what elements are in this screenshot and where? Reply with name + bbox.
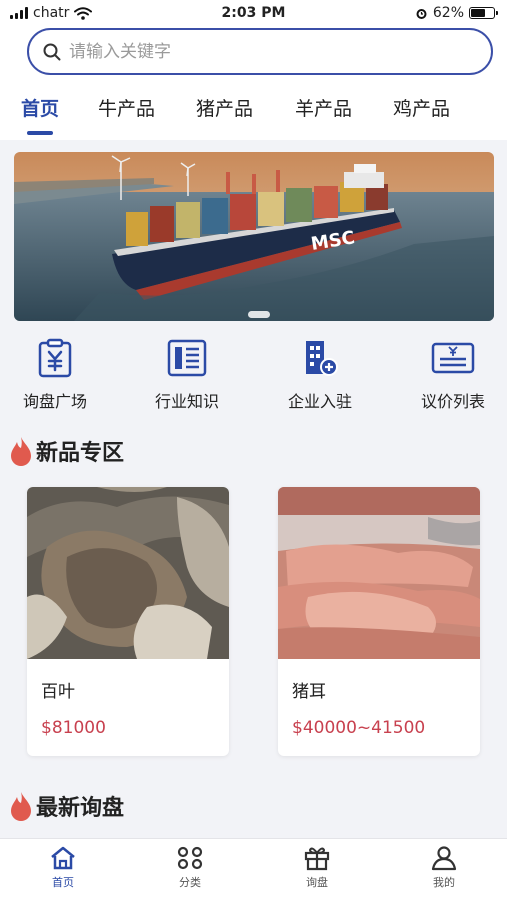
- clipboard-yuan-icon: [38, 338, 72, 378]
- nav-category[interactable]: 分类: [150, 845, 230, 890]
- product-card[interactable]: 猪耳 $40000~41500: [278, 487, 480, 756]
- promo-banner[interactable]: MSC: [14, 152, 494, 321]
- gift-box-icon: [304, 847, 330, 871]
- new-products-title: 新品专区: [36, 441, 125, 466]
- tab-chicken[interactable]: 鸡产品: [393, 94, 450, 121]
- category-tabs: 首页 牛产品 猪产品 羊产品 鸡产品: [0, 90, 507, 140]
- quick-link-inquiry-square[interactable]: 询盘广场: [0, 338, 110, 412]
- nav-profile[interactable]: 我的: [404, 845, 484, 890]
- flame-icon: [11, 792, 31, 821]
- active-tab-indicator: [27, 131, 53, 135]
- battery-percent: 62%: [432, 5, 464, 21]
- header: 首页 牛产品 猪产品 羊产品 鸡产品: [0, 28, 507, 140]
- battery-group: 62%: [415, 5, 498, 21]
- product-name: 百叶: [41, 682, 75, 702]
- flame-icon: [11, 437, 31, 466]
- price-list-icon: [431, 342, 475, 374]
- tripe-product-image: [27, 487, 229, 659]
- building-add-icon: [306, 341, 338, 376]
- latest-inquiries-heading: 最新询盘: [10, 790, 124, 822]
- search-bar[interactable]: [27, 28, 493, 75]
- quick-link-enterprise-join[interactable]: 企业入驻: [265, 338, 375, 412]
- search-input[interactable]: [69, 41, 469, 62]
- quick-link-negotiation-list[interactable]: 议价列表: [398, 338, 507, 412]
- quick-link-label: 行业知识: [154, 392, 219, 411]
- grid-circles-icon: [177, 846, 203, 870]
- nav-home[interactable]: 首页: [23, 845, 103, 890]
- nav-label: 我的: [433, 876, 455, 889]
- battery-icon: [469, 7, 498, 19]
- status-bar: chatr 2:03 PM 62%: [0, 0, 507, 28]
- pig-ear-product-image: [278, 487, 480, 659]
- alarm-icon: [416, 8, 427, 19]
- nav-inquiry[interactable]: 询盘: [277, 845, 357, 890]
- banner-page-indicator[interactable]: [248, 311, 270, 318]
- quick-link-industry-knowledge[interactable]: 行业知识: [132, 338, 242, 412]
- tab-beef[interactable]: 牛产品: [98, 94, 155, 121]
- product-name: 猪耳: [292, 682, 326, 702]
- nav-label: 分类: [179, 876, 201, 889]
- latest-inquiries-title: 最新询盘: [36, 796, 125, 821]
- new-products-heading: 新品专区: [10, 435, 124, 467]
- user-icon: [431, 846, 457, 871]
- search-icon: [43, 43, 61, 60]
- tab-home[interactable]: 首页: [21, 94, 59, 121]
- product-card[interactable]: 百叶 $81000: [27, 487, 229, 756]
- tab-pork[interactable]: 猪产品: [196, 94, 253, 121]
- document-list-icon: [167, 339, 207, 377]
- quick-link-label: 议价列表: [420, 392, 485, 411]
- home-icon: [51, 846, 75, 870]
- product-price: $81000: [41, 718, 106, 738]
- bottom-nav: 首页 分类 询盘 我的: [0, 838, 507, 900]
- quick-link-label: 企业入驻: [287, 392, 352, 411]
- nav-label: 首页: [52, 876, 74, 889]
- battery-fill: [471, 9, 485, 17]
- container-ship-image: MSC: [14, 152, 494, 321]
- quick-link-label: 询盘广场: [22, 392, 87, 411]
- product-price: $40000~41500: [292, 718, 426, 738]
- nav-label: 询盘: [306, 876, 328, 889]
- tab-mutton[interactable]: 羊产品: [295, 94, 352, 121]
